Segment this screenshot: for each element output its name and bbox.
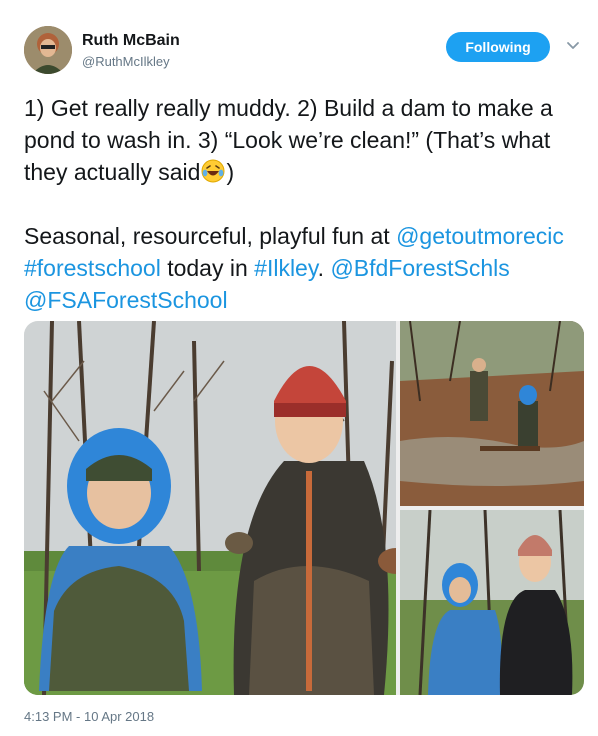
tweet-text-segment: today in: [160, 255, 255, 281]
tweet-text-segment: .: [317, 255, 331, 281]
tweet-timestamp[interactable]: 4:13 PM - 10 Apr 2018: [24, 709, 154, 724]
user-handle[interactable]: @RuthMcIlkley: [82, 54, 170, 69]
mention-link[interactable]: @getoutmorecic: [396, 223, 564, 249]
mention-link[interactable]: @BfdForestSchls: [330, 255, 509, 281]
hashtag-link[interactable]: #Ilkley: [254, 255, 318, 281]
tweet-text: 1) Get really really muddy. 2) Build a d…: [24, 92, 580, 316]
tweet-text-end: ): [226, 159, 235, 185]
tweet-text-segment: Seasonal, resourceful, playful fun at: [24, 223, 397, 249]
tweet-header: Ruth McBain @RuthMcIlkley Following: [24, 26, 584, 76]
photo-children-clean[interactable]: [400, 510, 584, 695]
avatar[interactable]: [24, 26, 72, 74]
following-button[interactable]: Following: [446, 32, 550, 62]
tweet-paragraph-2: Seasonal, resourceful, playful fun at @g…: [24, 220, 580, 316]
media-grid: [24, 321, 584, 695]
hashtag-link[interactable]: #forestschool: [24, 255, 161, 281]
tweet-text-line: 1) Get really really muddy. 2) Build a d…: [24, 95, 553, 185]
mention-link[interactable]: @FSAForestSchool: [24, 287, 228, 313]
chevron-down-icon[interactable]: [564, 36, 582, 54]
photo-children-muddy[interactable]: [24, 321, 396, 695]
rolling-on-floor-laughing-emoji: [201, 159, 225, 183]
photo-children-dam[interactable]: [400, 321, 584, 506]
tweet-paragraph-1: 1) Get really really muddy. 2) Build a d…: [24, 92, 580, 188]
user-name[interactable]: Ruth McBain: [82, 32, 180, 50]
